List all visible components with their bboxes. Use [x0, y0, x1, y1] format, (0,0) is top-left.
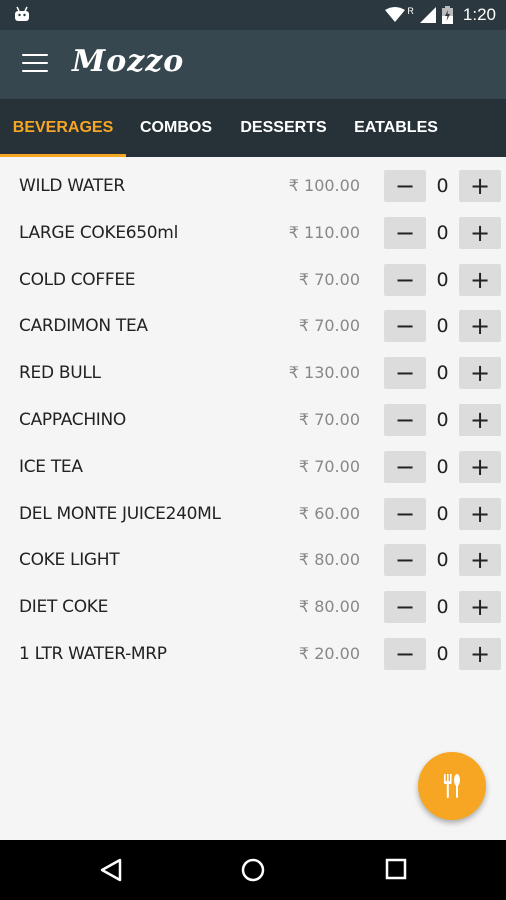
item-price: ₹ 70.00 — [298, 269, 360, 289]
android-notification-icon — [15, 6, 29, 21]
decrement-button[interactable]: − — [384, 357, 426, 390]
quantity-value: 0 — [436, 642, 449, 665]
item-name: DEL MONTE JUICE240ML — [19, 503, 221, 524]
decrement-button[interactable]: − — [384, 497, 426, 530]
quantity-value: 0 — [436, 502, 449, 525]
list-item: LARGE COKE650ml ₹ 110.00 − 0 + — [0, 210, 506, 257]
quantity-value: 0 — [436, 221, 449, 244]
list-item: 1 LTR WATER-MRP ₹ 20.00 − 0 + — [0, 631, 506, 678]
increment-button[interactable]: + — [459, 450, 501, 483]
item-name: LARGE COKE650ml — [19, 222, 178, 243]
list-item: DEL MONTE JUICE240ML ₹ 60.00 − 0 + — [0, 491, 506, 538]
decrement-button[interactable]: − — [384, 544, 426, 577]
tab-eatables[interactable]: EATABLES — [341, 99, 451, 157]
quantity-value: 0 — [436, 408, 449, 431]
decrement-button[interactable]: − — [384, 310, 426, 343]
list-item: COLD COFFEE ₹ 70.00 − 0 + — [0, 257, 506, 304]
order-fab-button[interactable] — [418, 752, 486, 820]
cutlery-icon — [444, 774, 460, 798]
item-name: DIET COKE — [19, 597, 109, 618]
list-item: ICE TEA ₹ 70.00 − 0 + — [0, 444, 506, 491]
category-tabs: BEVERAGES COMBOS DESSERTS EATABLES — [0, 99, 506, 157]
item-price: ₹ 130.00 — [288, 363, 360, 383]
increment-button[interactable]: + — [459, 544, 501, 577]
item-name: 1 LTR WATER-MRP — [19, 643, 167, 664]
decrement-button[interactable]: − — [384, 403, 426, 436]
cell-signal-icon — [419, 7, 436, 23]
item-price: ₹ 70.00 — [298, 316, 360, 336]
increment-button[interactable]: + — [459, 403, 501, 436]
quantity-value: 0 — [436, 549, 449, 572]
item-price: ₹ 70.00 — [298, 456, 360, 476]
list-item: DIET COKE ₹ 80.00 − 0 + — [0, 584, 506, 631]
item-price: ₹ 80.00 — [298, 597, 360, 617]
quantity-value: 0 — [436, 455, 449, 478]
increment-button[interactable]: + — [459, 357, 501, 390]
increment-button[interactable]: + — [459, 263, 501, 296]
home-circle-icon[interactable] — [241, 858, 265, 882]
item-name: WILD WATER — [19, 176, 125, 196]
item-price: ₹ 100.00 — [288, 176, 360, 195]
list-item: COKE LIGHT ₹ 80.00 − 0 + — [0, 537, 506, 584]
quantity-value: 0 — [436, 268, 449, 291]
quantity-value: 0 — [436, 175, 449, 197]
increment-button[interactable]: + — [459, 170, 501, 202]
item-name: CAPPACHINO — [19, 409, 127, 430]
list-item: RED BULL ₹ 130.00 − 0 + — [0, 350, 506, 397]
decrement-button[interactable]: − — [384, 263, 426, 296]
system-nav-bar — [0, 840, 506, 900]
decrement-button[interactable]: − — [384, 450, 426, 483]
item-price: ₹ 80.00 — [298, 550, 360, 570]
quantity-value: 0 — [436, 315, 449, 338]
item-name: RED BULL — [19, 363, 101, 384]
quantity-value: 0 — [436, 596, 449, 619]
item-name: ICE TEA — [19, 456, 83, 477]
hamburger-menu-icon[interactable] — [22, 54, 48, 74]
roaming-indicator: R — [407, 6, 414, 16]
item-price: ₹ 70.00 — [298, 409, 360, 429]
item-price: ₹ 110.00 — [288, 222, 360, 242]
tab-combos[interactable]: COMBOS — [126, 99, 226, 157]
back-triangle-icon[interactable] — [100, 858, 122, 882]
battery-charging-icon — [441, 6, 453, 24]
wifi-icon — [385, 7, 406, 22]
item-name: CARDIMON TEA — [19, 316, 148, 337]
increment-button[interactable]: + — [459, 591, 501, 624]
recents-square-icon[interactable] — [385, 858, 407, 880]
quantity-value: 0 — [436, 362, 449, 385]
list-item: CAPPACHINO ₹ 70.00 − 0 + — [0, 397, 506, 444]
status-time: 1:20 — [462, 5, 496, 24]
tab-desserts[interactable]: DESSERTS — [226, 99, 341, 157]
tab-beverages[interactable]: BEVERAGES — [0, 99, 126, 157]
increment-button[interactable]: + — [459, 216, 501, 249]
increment-button[interactable]: + — [459, 310, 501, 343]
app-title: Mozzo — [72, 44, 185, 79]
decrement-button[interactable]: − — [384, 637, 426, 670]
item-name: COLD COFFEE — [19, 269, 136, 290]
increment-button[interactable]: + — [459, 637, 501, 670]
status-bar: R 1:20 — [0, 0, 506, 30]
item-price: ₹ 20.00 — [298, 643, 360, 663]
item-name: COKE LIGHT — [19, 550, 120, 571]
increment-button[interactable]: + — [459, 497, 501, 530]
decrement-button[interactable]: − — [384, 591, 426, 624]
list-item: WILD WATER ₹ 100.00 − 0 + — [0, 163, 506, 210]
decrement-button[interactable]: − — [384, 170, 426, 202]
decrement-button[interactable]: − — [384, 216, 426, 249]
item-price: ₹ 60.00 — [298, 503, 360, 523]
item-list: WILD WATER ₹ 100.00 − 0 + LARGE COKE650m… — [0, 163, 506, 678]
app-bar: Mozzo — [0, 30, 506, 99]
list-item: CARDIMON TEA ₹ 70.00 − 0 + — [0, 303, 506, 350]
